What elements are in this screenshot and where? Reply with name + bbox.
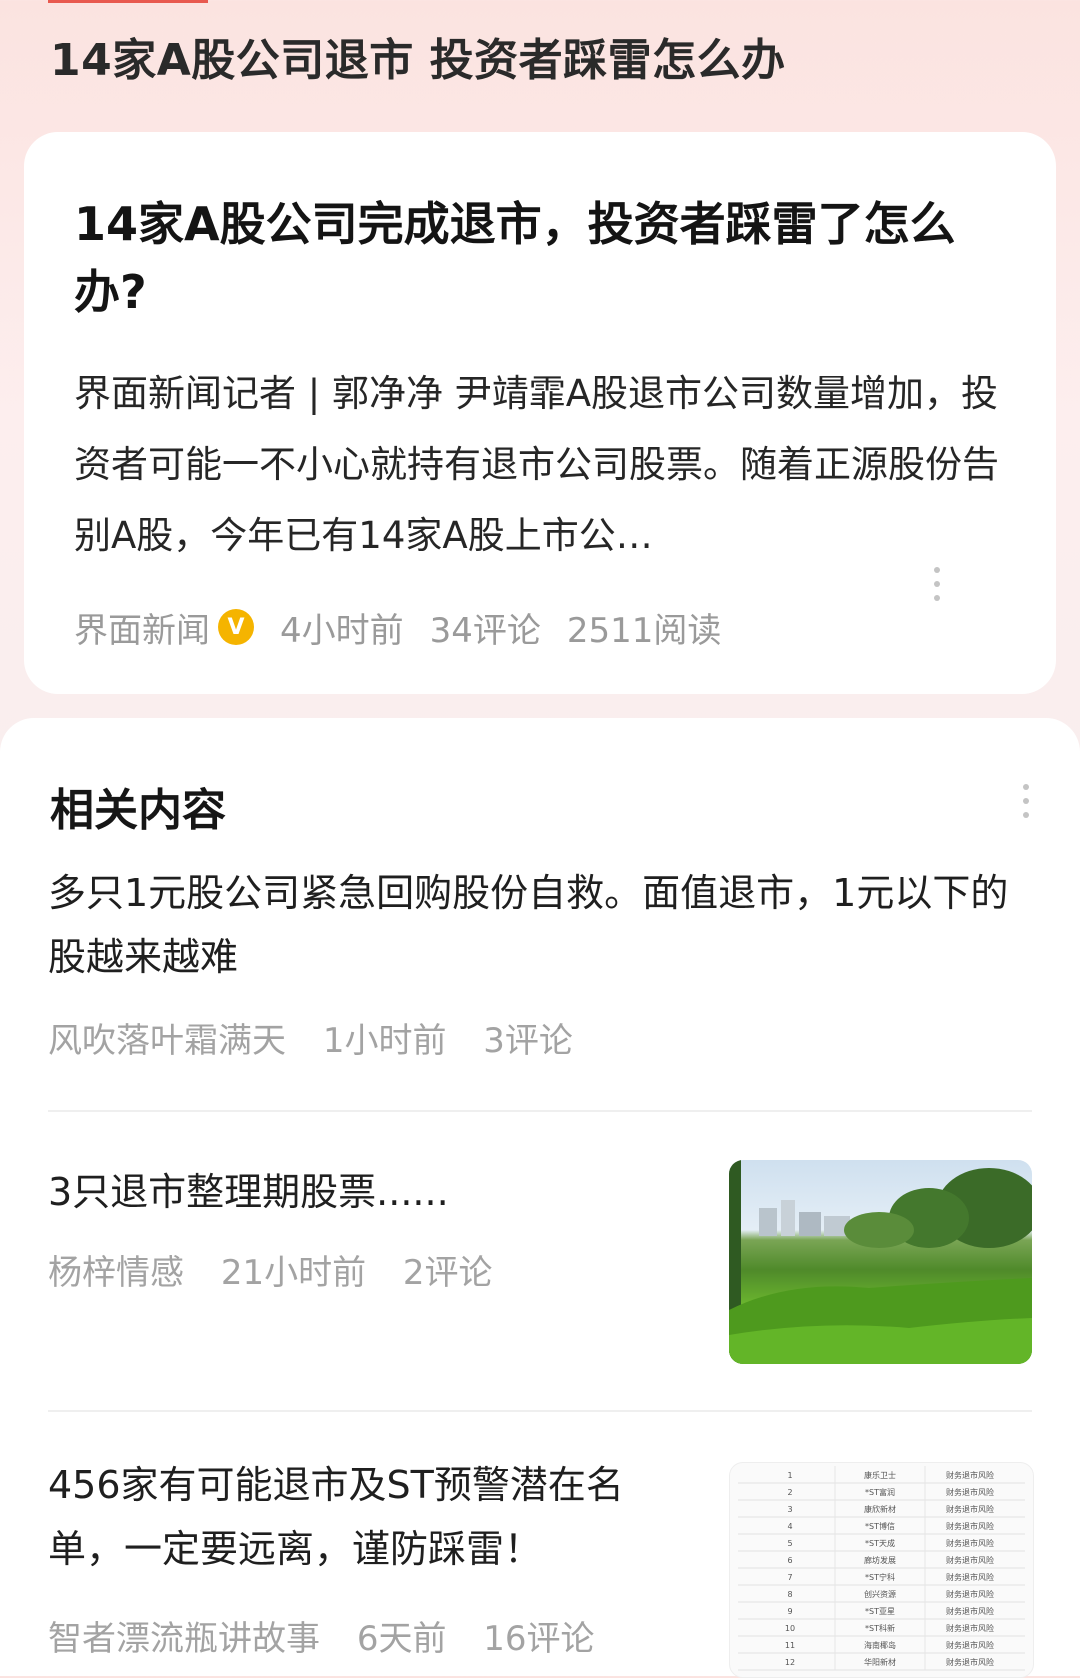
table-cell-index: 12 (785, 1658, 795, 1667)
page-title: 14家A股公司退市 投资者踩雷怎么办 (50, 35, 786, 86)
table-cell-name: 康欣新材 (864, 1504, 896, 1514)
table-cell-index: 11 (785, 1641, 795, 1650)
top-accent-bar (48, 0, 208, 3)
article-snippet: 界面新闻记者 | 郭净净 尹靖霏A股退市公司数量增加，投资者可能一不小心就持有退… (74, 372, 999, 557)
main-article-card[interactable]: 14家A股公司完成退市，投资者踩雷了怎么办? 界面新闻记者 | 郭净净 尹靖霏A… (24, 132, 1056, 694)
table-cell-index: 9 (787, 1607, 792, 1616)
table-cell-risk: 财务退市风险 (946, 1555, 994, 1565)
divider (48, 1110, 1032, 1112)
divider (48, 1410, 1032, 1412)
item-comments: 3评论 (483, 1021, 573, 1061)
verified-badge-icon: V (218, 609, 254, 645)
table-cell-name: *ST博信 (865, 1521, 895, 1531)
table-cell-name: *ST富润 (865, 1487, 895, 1497)
table-cell-index: 7 (787, 1573, 792, 1582)
table-cell-name: *ST科新 (865, 1623, 895, 1633)
item-author: 智者漂流瓶讲故事 (48, 1619, 320, 1659)
table-cell-index: 6 (787, 1556, 792, 1565)
item-time: 6天前 (356, 1619, 447, 1659)
related-heading: 相关内容 (50, 785, 226, 836)
table-cell-risk: 财务退市风险 (946, 1572, 994, 1582)
item-time: 21小时前 (220, 1253, 367, 1293)
table-cell-index: 4 (787, 1522, 792, 1531)
table-cell-name: *ST天成 (865, 1538, 895, 1548)
table-cell-risk: 财务退市风险 (946, 1623, 994, 1633)
table-cell-risk: 财务退市风险 (946, 1521, 994, 1531)
more-options-icon[interactable] (927, 567, 947, 601)
park-illustration (729, 1160, 1032, 1364)
table-cell-risk: 财务退市风险 (946, 1504, 994, 1514)
comment-count: 34评论 (429, 610, 541, 651)
related-item-meta: 智者漂流瓶讲故事 6天前 16评论 (48, 1611, 621, 1660)
table-cell-risk: 财务退市风险 (946, 1538, 994, 1548)
table-cell-name: 华阳新材 (864, 1657, 896, 1667)
table-cell-risk: 财务退市风险 (946, 1470, 994, 1480)
stock-list-table: 1 康乐卫士 财务退市风险2 *ST富润 财务退市风险3 康欣新材 财务退市风险4 *ST博信… (738, 1466, 1025, 1671)
table-cell-index: 1 (787, 1471, 792, 1480)
stock-list-thumbnail-image[interactable]: 1 康乐卫士 财务退市风险 2 *ST富润 财务退市风险 3 康欣新材 财务退市风险 4 *ST博信… (729, 1462, 1034, 1678)
item-time: 1小时前 (322, 1021, 447, 1061)
related-item-meta: 风吹落叶霜满天 1小时前 3评论 (48, 1013, 599, 1062)
table-cell-name: 廊坊发展 (864, 1555, 896, 1565)
item-author: 杨梓情感 (48, 1253, 184, 1293)
table-cell-name: *ST宁科 (865, 1572, 895, 1582)
related-item-title[interactable]: 456家有可能退市及ST预警潜在名单，一定要远离，谨防踩雷！ (48, 1453, 688, 1581)
related-section: 相关内容 多只1元股公司紧急回购股份自救。面值退市，1元以下的股越来越难 风吹落… (0, 718, 1080, 1678)
source-name[interactable]: 界面新闻 (74, 603, 210, 652)
table-cell-name: *ST亚星 (865, 1607, 895, 1616)
article-time: 4小时前 (280, 610, 404, 651)
table-cell-index: 10 (785, 1624, 795, 1633)
table-cell-risk: 财务退市风险 (946, 1606, 994, 1616)
table-cell-risk: 财务退市风险 (946, 1589, 994, 1599)
article-meta: 界面新闻 V 4小时前 34评论 2511阅读 (74, 602, 721, 652)
read-count: 2511阅读 (566, 610, 722, 651)
table-cell-index: 3 (787, 1505, 792, 1514)
table-cell-name: 创兴资源 (864, 1589, 896, 1599)
table-cell-index: 5 (787, 1539, 792, 1548)
related-more-icon[interactable] (1016, 784, 1036, 818)
related-item-title[interactable]: 多只1元股公司紧急回购股份自救。面值退市，1元以下的股越来越难 (48, 861, 1028, 989)
table-cell-index: 2 (787, 1488, 792, 1497)
table-cell-index: 8 (787, 1590, 792, 1599)
table-cell-risk: 财务退市风险 (946, 1640, 994, 1650)
table-cell-risk: 财务退市风险 (946, 1487, 994, 1497)
article-title[interactable]: 14家A股公司完成退市，投资者踩雷了怎么办? (74, 190, 1004, 326)
table-cell-name: 康乐卫士 (864, 1470, 896, 1480)
item-comments: 2评论 (402, 1253, 493, 1293)
park-thumbnail-image[interactable] (729, 1160, 1032, 1364)
table-cell-risk: 财务退市风险 (946, 1657, 994, 1667)
item-comments: 16评论 (483, 1619, 595, 1659)
related-item-meta: 杨梓情感 21小时前 2评论 (48, 1245, 519, 1294)
item-author: 风吹落叶霜满天 (48, 1021, 286, 1061)
table-cell-name: 海南椰岛 (864, 1640, 896, 1650)
related-item-title[interactable]: 3只退市整理期股票...... (48, 1160, 688, 1224)
